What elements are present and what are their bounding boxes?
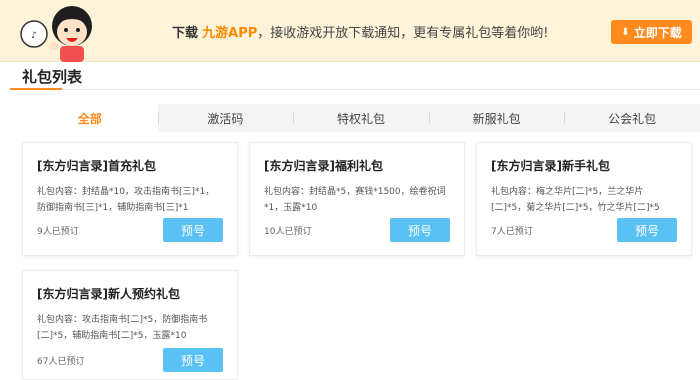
gift-card-title[interactable]: [东方归言录]首充礼包	[37, 157, 223, 174]
gift-card-footer: 9人已预订 预号	[37, 218, 223, 242]
reserve-button[interactable]: 预号	[163, 218, 223, 242]
banner-download-label: 下载	[172, 26, 199, 41]
section-title-underline	[10, 88, 62, 90]
gift-card: [东方归言录]首充礼包 礼包内容：封结晶*10，攻击指南书[三]*1，防御指南书…	[22, 142, 238, 256]
gift-card: [东方归言录]新人预约礼包 礼包内容：攻击指南书[二]*5，防御指南书[二]*5…	[22, 270, 238, 380]
tab-activation-code[interactable]: 激活码	[157, 104, 294, 132]
section-divider	[10, 89, 700, 90]
gift-card-content: 礼包内容：封结晶*5，赛钱*1500，绘卷祝词*1，玉露*10	[264, 187, 446, 213]
gift-card-content: 礼包内容：梅之华片[二]*5，兰之华片[二]*5，菊之华片[二]*5，竹之华片[…	[491, 187, 660, 213]
reservation-count: 9人已预订	[37, 226, 79, 237]
section-title: 礼包列表	[22, 68, 83, 86]
gift-card-content: 礼包内容：攻击指南书[二]*5，防御指南书[二]*5，辅助指南书[二]*5，玉露…	[37, 315, 208, 341]
gift-card: [东方归言录]福利礼包 礼包内容：封结晶*5，赛钱*1500，绘卷祝词*1，玉露…	[249, 142, 465, 256]
reservation-count: 7人已预订	[491, 226, 533, 237]
gift-card-content: 礼包内容：封结晶*10，攻击指南书[三]*1，防御指南书[三]*1，辅助指南书[…	[37, 187, 215, 213]
reserve-button[interactable]: 预号	[617, 218, 677, 242]
banner-app-name[interactable]: 九游APP	[202, 26, 257, 41]
banner-message: 下载 九游APP，接收游戏开放下载通知，更有专属礼包等着你哟!	[172, 22, 549, 41]
gift-card: [东方归言录]新手礼包 礼包内容：梅之华片[二]*5，兰之华片[二]*5，菊之华…	[476, 142, 692, 256]
gift-card-title[interactable]: [东方归言录]新手礼包	[491, 157, 677, 174]
download-now-label: 立即下载	[633, 25, 682, 40]
gift-card-title[interactable]: [东方归言录]福利礼包	[264, 157, 450, 174]
download-arrow-icon: ⬇	[621, 26, 630, 38]
gift-card-footer: 10人已预订 预号	[264, 218, 450, 242]
download-now-button[interactable]: ⬇ 立即下载	[611, 20, 692, 44]
gift-card-title[interactable]: [东方归言录]新人预约礼包	[37, 285, 223, 302]
tab-new-server-gift[interactable]: 新服礼包	[428, 104, 565, 132]
gift-category-tabs: 全部 激活码 特权礼包 新服礼包 公会礼包	[22, 104, 700, 137]
download-banner: ♪ 下载 九游APP，接收游戏开放下载通知，更有专属礼包等着你哟! ⬇ 立即下载	[0, 0, 700, 62]
tab-privilege-gift[interactable]: 特权礼包	[293, 104, 429, 132]
gift-card-footer: 67人已预订 预号	[37, 348, 223, 372]
reservation-count: 67人已预订	[37, 356, 85, 367]
tab-guild-gift[interactable]: 公会礼包	[564, 104, 700, 132]
reserve-button[interactable]: 预号	[390, 218, 450, 242]
banner-message-text: ，接收游戏开放下载通知，更有专属礼包等着你哟!	[257, 26, 549, 41]
reservation-count: 10人已预订	[264, 226, 312, 237]
svg-text:♪: ♪	[31, 31, 37, 41]
tab-all[interactable]: 全部	[22, 104, 158, 137]
gift-card-footer: 7人已预订 预号	[491, 218, 677, 242]
reserve-button[interactable]: 预号	[163, 348, 223, 372]
mascot-illustration: ♪	[20, 6, 92, 62]
